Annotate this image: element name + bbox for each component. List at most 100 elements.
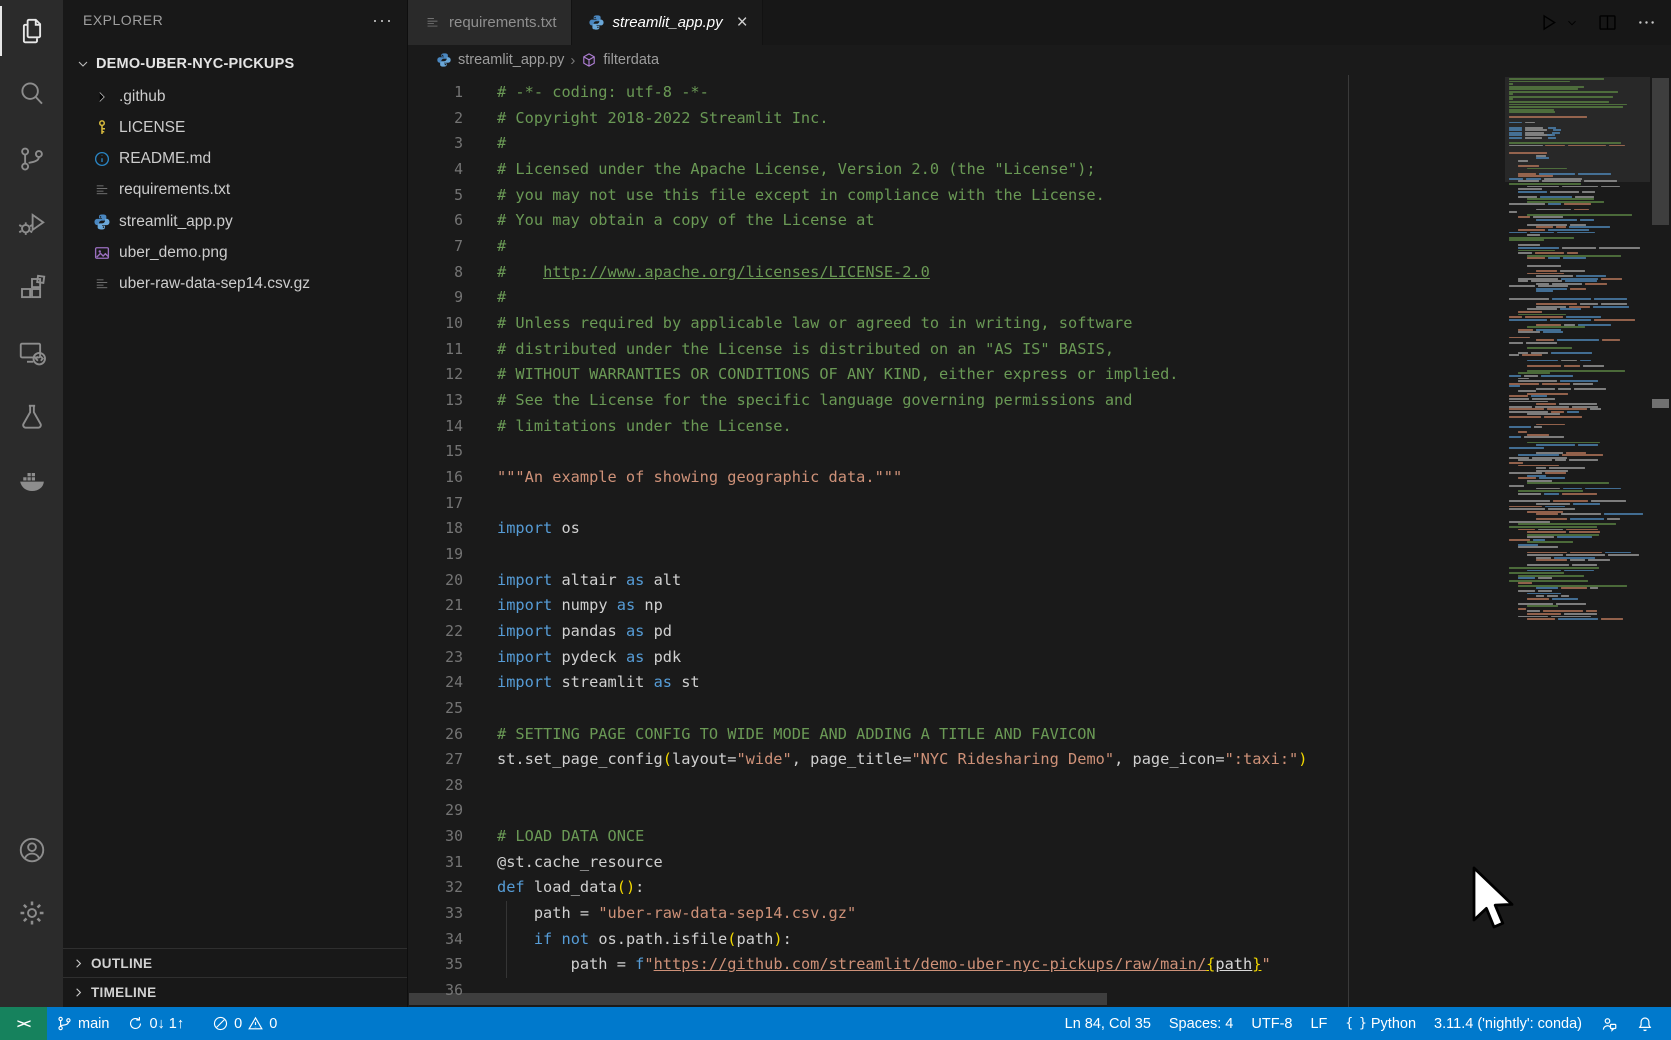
code-line-7[interactable]: 7# xyxy=(408,234,1671,260)
code-line-29[interactable]: 29 xyxy=(408,798,1671,824)
minimap-line xyxy=(1509,142,1621,144)
problems-status[interactable]: 00 xyxy=(203,1007,286,1040)
status-notifications[interactable] xyxy=(1627,1007,1663,1040)
code-line-31[interactable]: 31@st.cache_resource xyxy=(408,850,1671,876)
tree-item--github[interactable]: .github xyxy=(63,81,407,112)
activity-search-icon[interactable] xyxy=(0,62,63,124)
tab-streamlit-app-py[interactable]: streamlit_app.py× xyxy=(572,0,763,45)
code-line-32[interactable]: 32def load_data(): xyxy=(408,875,1671,901)
status-feedback[interactable] xyxy=(1591,1007,1627,1040)
minimap-line xyxy=(1522,354,1542,356)
code-line-24[interactable]: 24 import streamlit as st xyxy=(408,670,1671,696)
status-python-interpreter[interactable]: 3.11.4 ('nightly': conda) xyxy=(1425,1007,1591,1040)
code-line-18[interactable]: 18import os xyxy=(408,516,1671,542)
activity-settings-gear-icon[interactable] xyxy=(0,882,63,944)
code-line-16[interactable]: 16"""An example of showing geographic da… xyxy=(408,465,1671,491)
panel-timeline[interactable]: TIMELINE xyxy=(63,977,407,1006)
run-button[interactable] xyxy=(1538,12,1559,33)
code-line-8[interactable]: 8# http://www.apache.org/licenses/LICENS… xyxy=(408,260,1671,286)
activity-account-icon[interactable] xyxy=(0,819,63,881)
activity-explorer-icon[interactable] xyxy=(0,0,63,62)
line-number: 24 xyxy=(408,670,463,696)
breadcrumb-item[interactable]: streamlit_app.py xyxy=(458,52,564,68)
minimap[interactable] xyxy=(1505,75,1650,1007)
line-number: 3 xyxy=(408,131,463,157)
code-line-20[interactable]: 20import altair as alt xyxy=(408,568,1671,594)
status-language-mode[interactable]: { }Python xyxy=(1336,1007,1425,1040)
code-line-25[interactable]: 25 xyxy=(408,696,1671,722)
code-line-9[interactable]: 9# xyxy=(408,285,1671,311)
sidebar-more-actions-icon[interactable]: ··· xyxy=(372,15,393,25)
code-line-34[interactable]: 34 if not os.path.isfile(path): xyxy=(408,927,1671,953)
tree-item-uber-demo-png[interactable]: uber_demo.png xyxy=(63,238,407,269)
code-line-2[interactable]: 2# Copyright 2018-2022 Streamlit Inc. xyxy=(408,106,1671,132)
vertical-scrollbar-thumb[interactable] xyxy=(1652,78,1669,225)
code-line-14[interactable]: 14# limitations under the License. xyxy=(408,414,1671,440)
code-line-3[interactable]: 3# xyxy=(408,131,1671,157)
status-eol[interactable]: LF xyxy=(1301,1007,1336,1040)
code-line-33[interactable]: 33 path = "uber-raw-data-sep14.csv.gz" xyxy=(408,901,1671,927)
tree-item-uber-raw-data-sep14-csv-gz[interactable]: uber-raw-data-sep14.csv.gz xyxy=(63,269,407,300)
breadcrumb[interactable]: streamlit_app.py›filterdata xyxy=(408,45,1671,75)
code-line-10[interactable]: 10# Unless required by applicable law or… xyxy=(408,311,1671,337)
minimap-line xyxy=(1583,365,1604,367)
status-encoding[interactable]: UTF-8 xyxy=(1242,1007,1301,1040)
line-number: 15 xyxy=(408,439,463,465)
code-line-19[interactable]: 19 xyxy=(408,542,1671,568)
code-line-35[interactable]: 35 path = f"https://github.com/streamlit… xyxy=(408,952,1671,978)
minimap-line xyxy=(1509,285,1535,287)
remote-indicator[interactable]: >< xyxy=(0,1007,47,1040)
activity-remote-explorer-icon[interactable] xyxy=(0,322,63,384)
panel-outline[interactable]: OUTLINE xyxy=(63,948,407,977)
minimap-line xyxy=(1547,134,1555,136)
tree-item-readme-md[interactable]: README.md xyxy=(63,144,407,175)
activity-docker-icon[interactable] xyxy=(0,450,63,512)
status-cursor-position[interactable]: Ln 84, Col 35 xyxy=(1056,1007,1160,1040)
code-line-27[interactable]: 27st.set_page_config(layout="wide", page… xyxy=(408,747,1671,773)
line-content: import streamlit as st xyxy=(497,670,700,696)
code-line-23[interactable]: 23import pydeck as pdk xyxy=(408,645,1671,671)
run-dropdown[interactable] xyxy=(1565,16,1579,30)
tab-requirements-txt[interactable]: requirements.txt xyxy=(408,0,572,45)
code-line-6[interactable]: 6# You may obtain a copy of the License … xyxy=(408,208,1671,234)
tree-root-folder[interactable]: DEMO-UBER-NYC-PICKUPS xyxy=(63,48,407,79)
breadcrumb-item[interactable]: filterdata xyxy=(603,52,659,68)
minimap-line xyxy=(1536,303,1577,305)
code-line-12[interactable]: 12# WITHOUT WARRANTIES OR CONDITIONS OF … xyxy=(408,362,1671,388)
activity-extensions-icon[interactable] xyxy=(0,258,63,320)
code-line-4[interactable]: 4# Licensed under the Apache License, Ve… xyxy=(408,157,1671,183)
activity-testing-icon[interactable] xyxy=(0,386,63,448)
status-indentation[interactable]: Spaces: 4 xyxy=(1160,1007,1243,1040)
git-branch-status[interactable]: main xyxy=(47,1007,118,1040)
line-number: 29 xyxy=(408,798,463,824)
minimap-line xyxy=(1588,559,1610,561)
vertical-scrollbar[interactable] xyxy=(1650,75,1671,1007)
code-line-1[interactable]: 1# -*- coding: utf-8 -*- xyxy=(408,80,1671,106)
horizontal-scrollbar-thumb[interactable] xyxy=(409,993,1107,1005)
minimap-line xyxy=(1560,270,1585,272)
tree-item-license[interactable]: LICENSE xyxy=(63,112,407,143)
code-line-11[interactable]: 11# distributed under the License is dis… xyxy=(408,337,1671,363)
close-icon[interactable]: × xyxy=(737,16,748,30)
minimap-line xyxy=(1527,360,1558,362)
code-line-13[interactable]: 13# See the License for the specific lan… xyxy=(408,388,1671,414)
code-line-30[interactable]: 30# LOAD DATA ONCE xyxy=(408,824,1671,850)
split-editor-button[interactable] xyxy=(1597,12,1618,33)
code-line-21[interactable]: 21import numpy as np xyxy=(408,593,1671,619)
git-sync-status[interactable]: 0↓ 1↑ xyxy=(118,1007,193,1040)
code-line-17[interactable]: 17 xyxy=(408,491,1671,517)
code-line-28[interactable]: 28 xyxy=(408,773,1671,799)
activity-source-control-icon[interactable] xyxy=(0,128,63,190)
code-line-26[interactable]: 26# SETTING PAGE CONFIG TO WIDE MODE AND… xyxy=(408,722,1671,748)
code-line-15[interactable]: 15 xyxy=(408,439,1671,465)
minimap-line xyxy=(1531,280,1562,282)
activity-run-debug-icon[interactable] xyxy=(0,192,63,254)
tree-item-requirements-txt[interactable]: requirements.txt xyxy=(63,175,407,206)
code-line-5[interactable]: 5# you may not use this file except in c… xyxy=(408,183,1671,209)
minimap-line xyxy=(1576,275,1606,277)
more-actions-button[interactable] xyxy=(1636,12,1657,33)
minimap-line xyxy=(1527,347,1572,349)
code-editor[interactable]: 1# -*- coding: utf-8 -*-2# Copyright 201… xyxy=(408,75,1671,1007)
code-line-22[interactable]: 22import pandas as pd xyxy=(408,619,1671,645)
tree-item-streamlit-app-py[interactable]: streamlit_app.py xyxy=(63,206,407,237)
